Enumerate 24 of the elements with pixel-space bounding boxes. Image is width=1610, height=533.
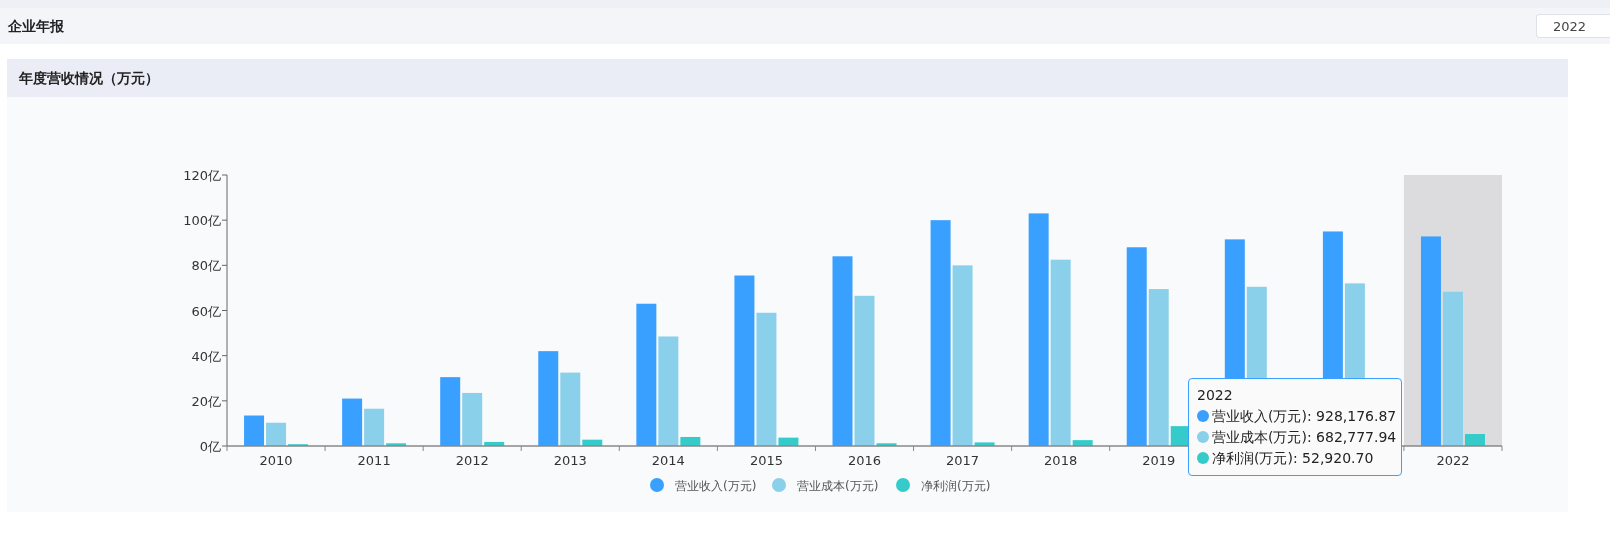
axis-label: 2011 (357, 453, 391, 468)
axis-label: 2018 (1044, 453, 1078, 468)
tooltip-title: 2022 (1197, 387, 1233, 403)
axis-label: 20亿 (191, 393, 221, 409)
tooltip-row: 营业收入(万元): 928,176.87 (1212, 408, 1397, 424)
axis-label: 2017 (946, 453, 980, 468)
panel-title: 年度营收情况（万元） (19, 68, 159, 88)
axis-label: 60亿 (191, 303, 221, 319)
page-title: 企业年报 (8, 16, 64, 36)
axis-label: 2013 (553, 453, 587, 468)
axis-label: 100亿 (183, 213, 221, 229)
axis-label: 2010 (259, 453, 293, 468)
tooltip-row: 净利润(万元): 52,920.70 (1212, 450, 1374, 466)
axis-label: 80亿 (191, 258, 221, 274)
axis-label: 2012 (455, 453, 489, 468)
axis-label: 2019 (1142, 453, 1176, 468)
tooltip-row: 营业成本(万元): 682,777.94 (1212, 429, 1397, 445)
axis-label: 40亿 (191, 348, 221, 364)
axis-label: 120亿 (183, 168, 221, 183)
axis-label: 0亿 (199, 439, 221, 454)
axis-label: 2022 (1436, 453, 1470, 468)
axis-label: 2014 (651, 453, 685, 468)
axis-label: 2015 (749, 453, 783, 468)
axis-label: 2016 (847, 453, 882, 468)
